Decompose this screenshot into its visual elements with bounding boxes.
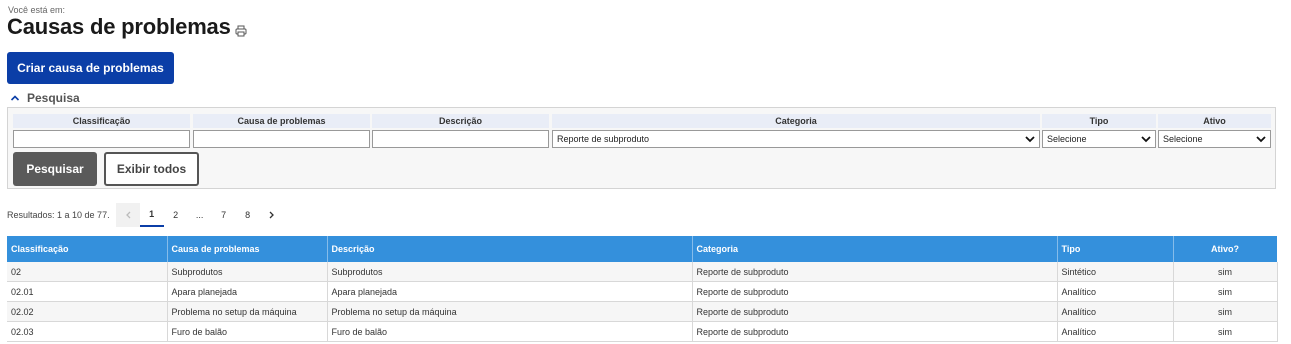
page-ellipsis: ... (195, 210, 204, 220)
cell-description: Problema no setup da máquina (327, 301, 693, 322)
filter-description: Descrição (372, 114, 549, 148)
problem-causes-table: Classificação Causa de problemas Descriç… (7, 236, 1278, 342)
cell-active: sim (1173, 281, 1278, 302)
search-button[interactable]: Pesquisar (13, 152, 97, 186)
table-row[interactable]: 02.03 Furo de balão Furo de balão Report… (7, 321, 1278, 342)
category-select-value: Reporte de subproduto (557, 134, 650, 144)
cell-cause: Problema no setup da máquina (167, 301, 328, 322)
cell-type: Analítico (1057, 321, 1174, 342)
page-1-button[interactable]: 1 (139, 203, 164, 227)
cell-category: Reporte de subproduto (692, 281, 1058, 302)
printer-icon[interactable] (235, 25, 247, 37)
page-title: Causas de problemas (7, 14, 231, 39)
cell-cause: Apara planejada (167, 281, 328, 302)
category-select[interactable]: Reporte de subproduto (552, 130, 1040, 148)
chevron-down-icon (1141, 136, 1151, 143)
description-input[interactable] (372, 130, 549, 148)
filter-category-label: Categoria (552, 114, 1040, 128)
cell-cause: Subprodutos (167, 262, 328, 282)
type-select-value: Selecione (1047, 134, 1087, 144)
type-select[interactable]: Selecione (1042, 130, 1156, 148)
column-header-description[interactable]: Descrição (327, 236, 693, 262)
column-header-category[interactable]: Categoria (692, 236, 1058, 262)
chevron-right-icon (269, 211, 274, 219)
cell-active: sim (1173, 321, 1278, 342)
cell-classification: 02.02 (7, 301, 168, 322)
cell-category: Reporte de subproduto (692, 262, 1058, 282)
column-header-classification[interactable]: Classificação (7, 236, 168, 262)
chevron-down-icon (1256, 136, 1266, 143)
filter-classification: Classificação (13, 114, 190, 148)
filter-classification-label: Classificação (13, 114, 190, 128)
cell-cause: Furo de balão (167, 321, 328, 342)
cell-classification: 02 (7, 262, 168, 282)
chevron-up-icon (10, 95, 20, 101)
filter-description-label: Descrição (372, 114, 549, 128)
filter-type-label: Tipo (1042, 114, 1156, 128)
results-summary: Resultados: 1 a 10 de 77. (7, 210, 110, 220)
cell-description: Apara planejada (327, 281, 693, 302)
cell-type: Analítico (1057, 301, 1174, 322)
search-filter-panel: Classificação Causa de problemas Descriç… (7, 107, 1276, 189)
show-all-button[interactable]: Exibir todos (104, 152, 199, 186)
table-header-row: Classificação Causa de problemas Descriç… (7, 236, 1278, 262)
filter-active: Ativo Selecione (1158, 114, 1271, 148)
column-header-type[interactable]: Tipo (1057, 236, 1174, 262)
prev-page-button[interactable] (115, 203, 140, 227)
cell-category: Reporte de subproduto (692, 301, 1058, 322)
cell-classification: 02.01 (7, 281, 168, 302)
table-row[interactable]: 02.02 Problema no setup da máquina Probl… (7, 301, 1278, 322)
search-section-toggle[interactable]: Pesquisa (10, 91, 80, 105)
results-bar: Resultados: 1 a 10 de 77. 1 2 ... 7 8 (7, 203, 284, 227)
cell-description: Subprodutos (327, 262, 693, 282)
filter-active-label: Ativo (1158, 114, 1271, 128)
filter-cause: Causa de problemas (193, 114, 370, 148)
filter-cause-label: Causa de problemas (193, 114, 370, 128)
page-2-button[interactable]: 2 (164, 203, 188, 227)
search-section-title: Pesquisa (27, 91, 80, 105)
cell-active: sim (1173, 262, 1278, 282)
page-title-row: Causas de problemas (7, 14, 247, 40)
cell-type: Analítico (1057, 281, 1174, 302)
next-page-button[interactable] (260, 203, 284, 227)
page-8-button[interactable]: 8 (236, 203, 260, 227)
classification-input[interactable] (13, 130, 190, 148)
column-header-cause[interactable]: Causa de problemas (167, 236, 328, 262)
chevron-down-icon (1025, 136, 1035, 143)
problem-cause-input[interactable] (193, 130, 370, 148)
table-row[interactable]: 02.01 Apara planejada Apara planejada Re… (7, 281, 1278, 302)
pagination: 1 2 ... 7 8 (115, 203, 284, 227)
create-problem-cause-button[interactable]: Criar causa de problemas (7, 52, 174, 84)
filter-category: Categoria Reporte de subproduto (552, 114, 1040, 148)
filter-type: Tipo Selecione (1042, 114, 1156, 148)
chevron-left-icon (125, 211, 131, 219)
cell-description: Furo de balão (327, 321, 693, 342)
cell-category: Reporte de subproduto (692, 321, 1058, 342)
page-7-button[interactable]: 7 (212, 203, 236, 227)
cell-type: Sintético (1057, 262, 1174, 282)
cell-classification: 02.03 (7, 321, 168, 342)
table-row[interactable]: 02 Subprodutos Subprodutos Reporte de su… (7, 262, 1278, 282)
column-header-active[interactable]: Ativo? (1173, 236, 1278, 262)
cell-active: sim (1173, 301, 1278, 322)
active-select[interactable]: Selecione (1158, 130, 1271, 148)
active-select-value: Selecione (1163, 134, 1203, 144)
